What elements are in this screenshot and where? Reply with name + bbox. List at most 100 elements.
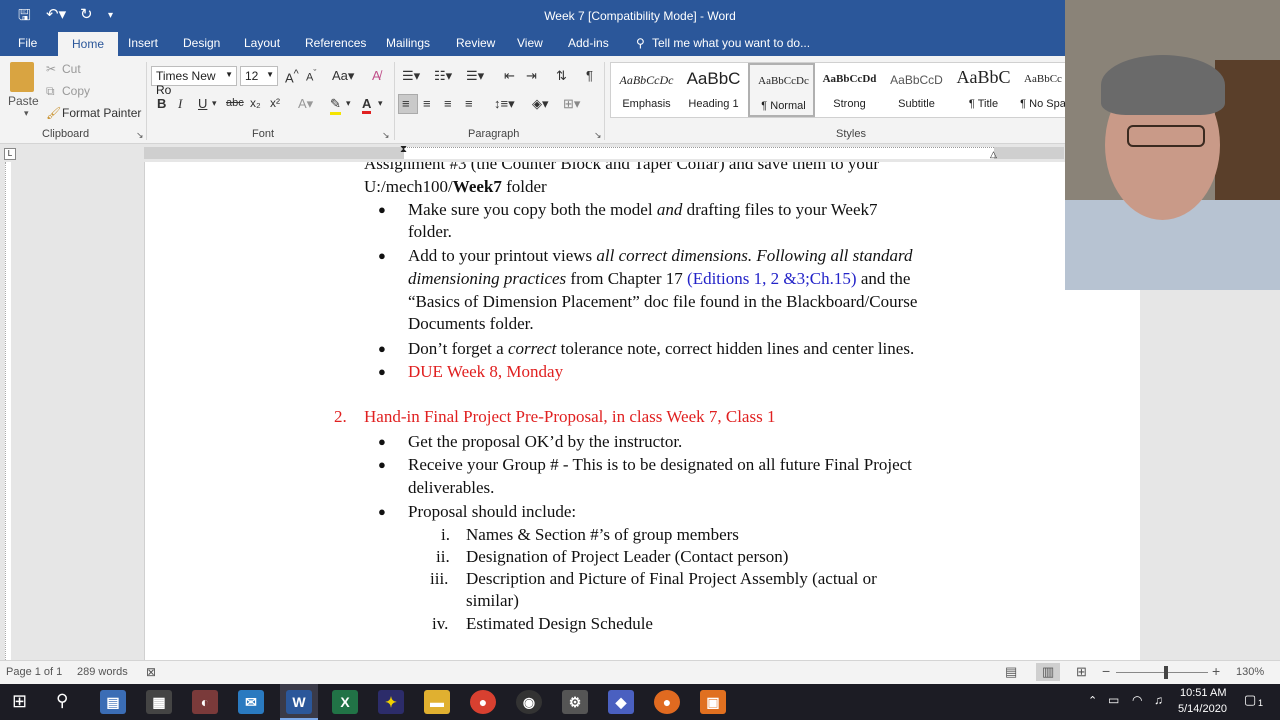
format-painter-button[interactable]: Format Painter	[62, 106, 141, 120]
sort-icon[interactable]: ⇅	[556, 68, 567, 84]
app-icon[interactable]: ◉	[516, 690, 542, 714]
page-count[interactable]: Page 1 of 1	[6, 666, 62, 678]
paste-dropdown-icon[interactable]: ▾	[24, 108, 29, 119]
increase-indent-icon[interactable]: ⇥	[526, 68, 537, 84]
change-case-icon[interactable]: Aa▾	[332, 68, 354, 84]
calculator-icon[interactable]: ▦	[146, 690, 172, 714]
shrink-font-icon[interactable]: Aˇ	[306, 68, 316, 84]
word-icon[interactable]: W	[286, 690, 312, 714]
read-mode-icon[interactable]: ▤	[1005, 664, 1017, 680]
style-subtitle[interactable]: AaBbCcD Subtitle	[883, 63, 950, 117]
strikethrough-icon[interactable]: abc	[226, 97, 244, 109]
app-icon[interactable]: ✦	[378, 690, 404, 714]
grow-font-icon[interactable]: A^	[285, 68, 299, 85]
clock-date[interactable]: 5/14/2020	[1178, 703, 1227, 715]
highlight-icon[interactable]: ✎	[330, 96, 341, 115]
print-layout-icon[interactable]: ▥	[1042, 664, 1054, 680]
justify-icon[interactable]: ≡	[465, 96, 473, 111]
paste-icon[interactable]	[10, 62, 34, 92]
mail-icon[interactable]: ✉	[238, 690, 264, 714]
zoom-in-icon[interactable]: +	[1212, 663, 1220, 679]
chrome-icon[interactable]: ●	[470, 690, 496, 714]
tab-file[interactable]: File	[18, 36, 37, 50]
windows-start-icon[interactable]: ⊞	[12, 691, 27, 712]
volume-icon[interactable]: ♫	[1154, 693, 1163, 707]
shading-icon[interactable]: ◈▾	[532, 96, 549, 112]
zoom-out-icon[interactable]: −	[1102, 663, 1110, 679]
copy-button[interactable]: Copy	[62, 84, 90, 98]
paragraph-launcher-icon[interactable]: ↘	[594, 130, 602, 141]
style-emphasis[interactable]: AaBbCcDc Emphasis	[613, 63, 680, 117]
file-explorer-app-icon[interactable]: ▤	[100, 690, 126, 714]
tab-view[interactable]: View	[517, 36, 543, 50]
font-name-value: Times New Ro	[156, 69, 216, 97]
tab-layout[interactable]: Layout	[244, 36, 280, 50]
bold-icon[interactable]: B	[157, 96, 166, 111]
subscript-icon[interactable]: x₂	[250, 96, 261, 110]
decrease-indent-icon[interactable]: ⇤	[504, 68, 515, 84]
firefox-icon[interactable]: ●	[654, 690, 680, 714]
show-formatting-icon[interactable]: ¶	[586, 68, 593, 83]
battery-icon[interactable]: ▭	[1108, 693, 1119, 707]
clear-formatting-icon[interactable]: A̸	[372, 68, 381, 83]
align-center-icon[interactable]: ≡	[423, 96, 431, 111]
underline-icon[interactable]: U	[198, 96, 207, 111]
notification-icon[interactable]: ▢	[1244, 692, 1256, 708]
superscript-icon[interactable]: x²	[270, 96, 280, 110]
font-name-box[interactable]: Times New Ro ▼	[151, 66, 237, 97]
tab-insert[interactable]: Insert	[128, 36, 158, 50]
wifi-icon[interactable]: ◠	[1132, 693, 1142, 707]
right-indent-marker-icon[interactable]: △	[990, 149, 997, 160]
app-icon[interactable]: ◐	[192, 690, 218, 714]
clock-time[interactable]: 10:51 AM	[1180, 687, 1226, 699]
clipboard-launcher-icon[interactable]: ↘	[136, 130, 144, 141]
tab-review[interactable]: Review	[456, 36, 495, 50]
font-color-icon[interactable]: A	[362, 96, 372, 114]
proofing-icon[interactable]: ⊠	[146, 665, 156, 679]
style-title[interactable]: AaBbC ¶ Title	[950, 63, 1017, 117]
app-icon[interactable]: ◆	[608, 690, 634, 714]
font-launcher-icon[interactable]: ↘	[382, 130, 390, 141]
app-icon[interactable]: ▣	[700, 690, 726, 714]
app-icon[interactable]: ⚙	[562, 690, 588, 714]
underline-dropdown-icon[interactable]: ▾	[212, 98, 217, 109]
line-spacing-icon[interactable]: ↕≡▾	[494, 96, 515, 112]
search-icon[interactable]: ⚲	[56, 691, 68, 711]
indent-marker-icon[interactable]: ⧗	[400, 144, 407, 155]
tab-addins[interactable]: Add-ins	[568, 36, 609, 50]
align-right-icon[interactable]: ≡	[444, 96, 452, 111]
paste-button[interactable]: Paste	[8, 94, 39, 108]
tell-me-box[interactable]: Tell me what you want to do...	[652, 36, 810, 50]
style-heading-1[interactable]: AaBbC Heading 1	[680, 63, 747, 117]
document-page[interactable]: Assignment #3 (the Counter Block and Tap…	[144, 162, 1140, 660]
web-layout-icon[interactable]: ⊞	[1076, 664, 1087, 680]
bullet-icon: ●	[378, 364, 386, 379]
font-color-dropdown-icon[interactable]: ▾	[378, 98, 383, 109]
zoom-slider-thumb[interactable]	[1164, 666, 1168, 679]
cut-button[interactable]: Cut	[62, 62, 81, 76]
vertical-ruler[interactable]	[0, 162, 16, 660]
tab-mailings[interactable]: Mailings	[386, 36, 430, 50]
word-count[interactable]: 289 words	[77, 666, 128, 678]
zoom-level[interactable]: 130%	[1236, 666, 1264, 678]
tab-references[interactable]: References	[305, 36, 366, 50]
folder-icon[interactable]: ▬	[424, 690, 450, 714]
excel-icon[interactable]: X	[332, 690, 358, 714]
style-no-spacing[interactable]: AaBbCc ¶ No Spa	[1017, 63, 1069, 117]
style-normal[interactable]: AaBbCcDc ¶ Normal	[748, 63, 815, 117]
zoom-slider[interactable]	[1116, 672, 1208, 673]
style-strong[interactable]: AaBbCcDd Strong	[816, 63, 883, 117]
highlight-dropdown-icon[interactable]: ▾	[346, 98, 351, 109]
italic-icon[interactable]: I	[178, 96, 182, 112]
align-left-icon[interactable]: ≡	[402, 96, 410, 111]
tab-design[interactable]: Design	[183, 36, 220, 50]
font-size-box[interactable]: 12 ▼	[240, 66, 278, 86]
show-hidden-icons-icon[interactable]: ⌃	[1088, 694, 1097, 707]
borders-icon[interactable]: ⊞▾	[563, 96, 580, 112]
numbering-icon[interactable]: ☷▾	[434, 68, 452, 84]
tab-selector-icon[interactable]: L	[4, 148, 16, 160]
bullets-icon[interactable]: ☰▾	[402, 68, 420, 84]
multilevel-list-icon[interactable]: ☰▾	[466, 68, 484, 84]
text-effects-icon[interactable]: A▾	[298, 96, 313, 112]
tab-home[interactable]: Home	[58, 32, 119, 56]
